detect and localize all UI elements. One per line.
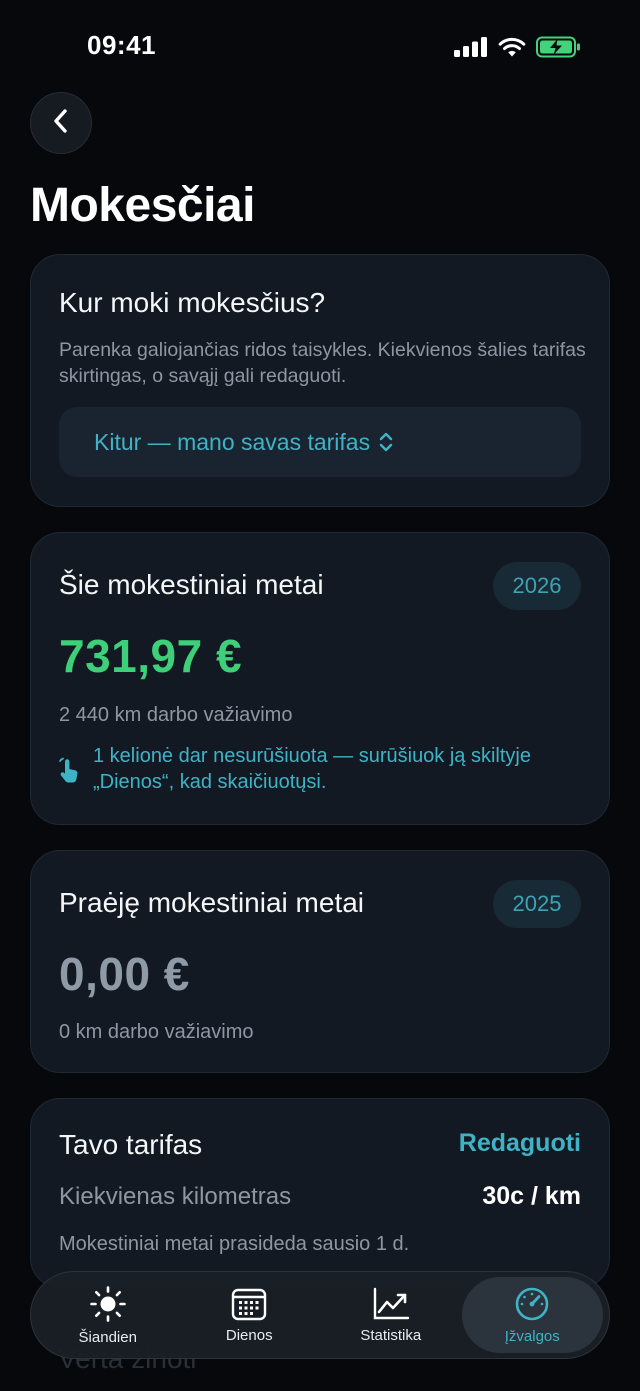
gauge-icon: [514, 1286, 550, 1322]
tax-country-title: Kur moki mokesčius?: [59, 287, 326, 318]
current-tax-year-card: Šie mokestiniai metai 2026 731,97 € 2 44…: [30, 532, 610, 825]
tab-insights-label: Įžvalgos: [504, 1327, 560, 1345]
current-year-km: 2 440 km darbo važiavimo: [59, 704, 293, 726]
tab-days[interactable]: Dienos: [179, 1277, 321, 1353]
previous-year-badge: 2025: [493, 880, 581, 928]
tab-today[interactable]: Šiandien: [37, 1277, 179, 1353]
tax-country-select[interactable]: Kitur — mano savas tarifas: [59, 407, 581, 477]
status-icons: [454, 36, 582, 63]
tab-statistics[interactable]: Statistika: [320, 1277, 462, 1353]
calendar-icon: [231, 1287, 267, 1321]
current-year-badge: 2026: [493, 562, 581, 610]
previous-tax-year-card: Praėję mokestiniai metai 2025 0,00 € 0 k…: [30, 850, 610, 1073]
unsorted-trip-notice[interactable]: 1 kelionė dar nesurūšiuota — surūšiuok j…: [57, 743, 587, 795]
tax-country-description: Parenka galiojančias ridos taisykles. Ki…: [59, 339, 586, 387]
tax-country-card: Kur moki mokesčius? Parenka galiojančias…: [30, 254, 610, 507]
status-bar: 09:41: [0, 0, 640, 94]
cellular-signal-icon: [454, 37, 488, 62]
tariff-card: Tavo tarifas Redaguoti Kiekvienas kilome…: [30, 1098, 610, 1288]
tab-bar: Šiandien Dienos Statistika Įžvalgos: [30, 1271, 610, 1359]
tax-year-start-note: Mokestiniai metai prasideda sausio 1 d.: [59, 1233, 410, 1255]
back-button[interactable]: [30, 92, 92, 154]
current-tax-year-title: Šie mokestiniai metai: [59, 569, 324, 600]
current-year-amount: 731,97 €: [59, 630, 243, 682]
chart-icon: [372, 1287, 410, 1321]
status-time: 09:41: [87, 30, 156, 60]
chevron-up-down-icon: [378, 431, 394, 453]
tab-today-label: Šiandien: [78, 1328, 137, 1346]
battery-charging-icon: [536, 36, 582, 63]
tab-days-label: Dienos: [225, 1326, 273, 1344]
chevron-left-icon: [50, 108, 72, 139]
tariff-rate-label: Kiekvienas kilometras: [59, 1183, 292, 1210]
previous-tax-year-title: Praėję mokestiniai metai: [59, 887, 365, 918]
hand-tap-icon: [57, 757, 83, 795]
unsorted-trip-notice-text: 1 kelionė dar nesurūšiuota — surūšiuok j…: [93, 745, 531, 793]
previous-year-amount: 0,00 €: [59, 948, 190, 1000]
wifi-icon: [498, 37, 526, 63]
tab-statistics-label: Statistika: [360, 1326, 422, 1344]
edit-tariff-button[interactable]: Redaguoti: [459, 1129, 581, 1158]
tariff-title: Tavo tarifas: [59, 1129, 203, 1160]
sun-icon: [89, 1285, 127, 1323]
tax-country-select-value: Kitur — mano savas tarifas: [94, 428, 371, 455]
previous-year-km: 0 km darbo važiavimo: [59, 1021, 254, 1043]
tariff-rate-value: 30c / km: [482, 1182, 581, 1210]
tab-insights[interactable]: Įžvalgos: [461, 1277, 603, 1353]
page-title: Mokesčiai: [30, 179, 255, 232]
